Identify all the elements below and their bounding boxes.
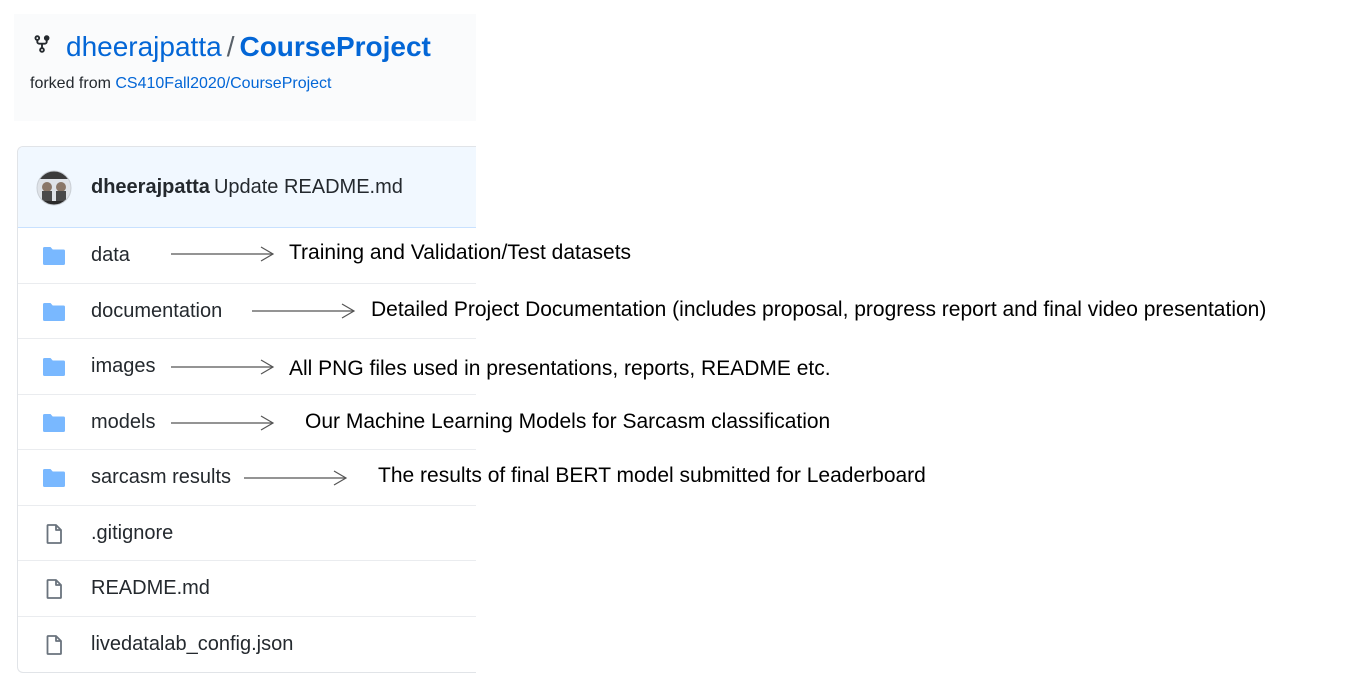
folder-icon: [43, 469, 65, 487]
file-icon: [46, 579, 62, 599]
commit-message-link[interactable]: Update README.md: [210, 176, 403, 198]
commit-summary: dheerajpatta Update README.md: [91, 176, 403, 199]
file-name[interactable]: data: [91, 244, 130, 267]
file-name[interactable]: sarcasm results: [91, 466, 231, 489]
repo-name-link[interactable]: CourseProject: [239, 31, 430, 62]
file-row-gitignore[interactable]: .gitignore: [18, 506, 476, 561]
annotation-data: Training and Validation/Test datasets: [289, 241, 632, 264]
file-icon: [46, 523, 62, 544]
forked-from-label: forked from: [30, 75, 111, 92]
folder-icon: [43, 413, 65, 432]
arrow-icon: [171, 415, 275, 431]
folder-icon: [43, 247, 65, 265]
forked-from-line: forked from CS410Fall2020/CourseProject: [30, 75, 332, 93]
file-name[interactable]: models: [91, 411, 155, 434]
latest-commit-bar: dheerajpatta Update README.md: [18, 147, 476, 228]
file-name[interactable]: .gitignore: [91, 522, 173, 545]
file-name[interactable]: livedatalab_config.json: [91, 633, 293, 656]
file-row-readme[interactable]: README.md: [18, 561, 476, 617]
file-icon: [46, 634, 62, 655]
arrow-icon: [244, 470, 348, 486]
avatar[interactable]: [36, 170, 72, 206]
folder-icon: [43, 302, 65, 321]
file-name[interactable]: images: [91, 355, 155, 378]
arrow-icon: [171, 359, 275, 375]
page: dheerajpatta / CourseProject forked from C…: [0, 0, 1347, 687]
repo-title: dheerajpatta / CourseProject: [66, 29, 431, 65]
file-name[interactable]: documentation: [91, 300, 222, 323]
repo-owner-link[interactable]: dheerajpatta: [66, 31, 222, 62]
annotation-images: All PNG files used in presentations, rep…: [289, 357, 831, 380]
annotation-sarcasm-results: The results of final BERT model submitte…: [378, 464, 926, 487]
arrow-icon: [171, 246, 275, 262]
repo-forked-icon: [34, 35, 50, 53]
folder-icon: [43, 358, 65, 376]
annotation-models: Our Machine Learning Models for Sarcasm …: [305, 410, 831, 433]
commit-author-link[interactable]: dheerajpatta: [91, 176, 210, 198]
forked-source-link[interactable]: CS410Fall2020/CourseProject: [115, 75, 331, 92]
arrow-icon: [252, 303, 356, 319]
file-row-livedatalab-config[interactable]: livedatalab_config.json: [18, 617, 476, 673]
annotation-documentation: Detailed Project Documentation (includes…: [371, 298, 1267, 321]
repo-path-separator: /: [226, 31, 235, 62]
file-name[interactable]: README.md: [91, 577, 210, 600]
repo-header: dheerajpatta / CourseProject forked from C…: [14, 14, 476, 121]
